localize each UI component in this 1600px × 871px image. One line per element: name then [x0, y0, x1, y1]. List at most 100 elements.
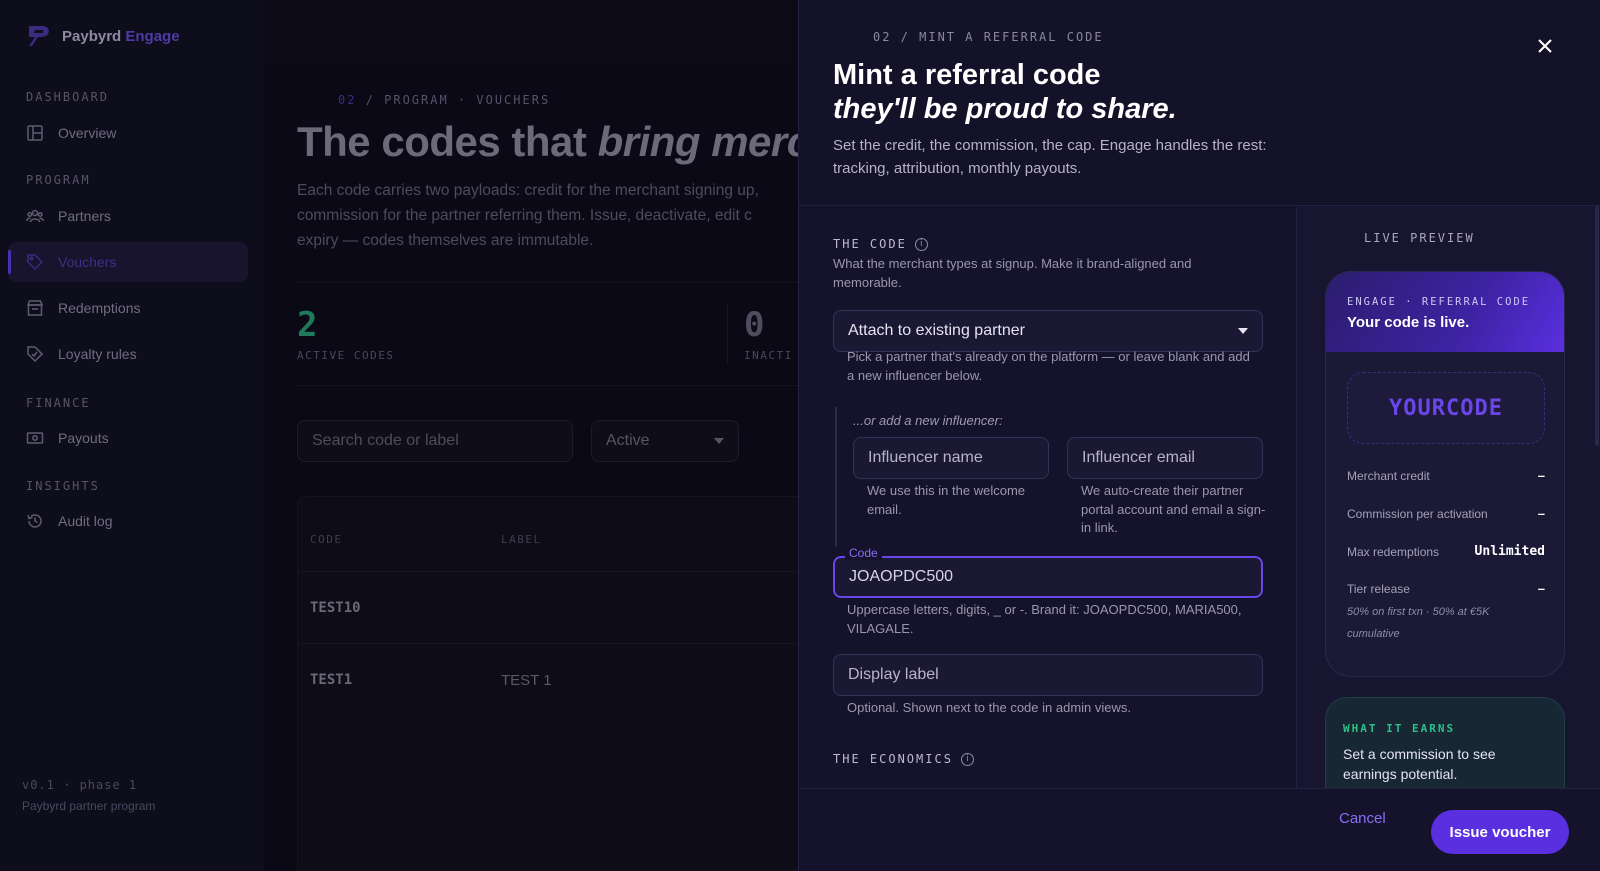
- banknote-icon: [26, 432, 44, 444]
- users-icon: [26, 209, 44, 223]
- influencer-email-help: We auto-create their partner portal acco…: [1081, 483, 1266, 535]
- sidebar-item-label: Partners: [58, 208, 111, 224]
- nav-section-program: PROGRAM: [26, 173, 91, 187]
- tag-icon: [27, 254, 44, 271]
- stat-label: INACTI: [744, 349, 793, 362]
- program-caption: Paybyrd partner program: [22, 799, 156, 813]
- code-input-label: Code: [845, 546, 882, 560]
- sidebar-item-payouts[interactable]: Payouts: [8, 418, 248, 458]
- panel-eyebrow: 02 / MINT A REFERRAL CODE: [873, 30, 1104, 44]
- column-header-label: LABEL: [501, 533, 542, 546]
- section-heading-economics: THE ECONOMICS i: [833, 752, 974, 766]
- influencer-name-placeholder: Influencer name: [868, 449, 983, 466]
- section-heading-code: THE CODE i: [833, 237, 928, 251]
- earnings-heading: WHAT IT EARNS: [1343, 722, 1456, 735]
- nav-section-dashboard: DASHBOARD: [26, 90, 110, 104]
- preview-row-value: –: [1537, 506, 1545, 521]
- sidebar-item-audit-log[interactable]: Audit log: [8, 501, 248, 541]
- column-header-code: CODE: [310, 533, 343, 546]
- search-placeholder: Search code or label: [312, 432, 459, 449]
- preview-kicker: ENGAGE · REFERRAL CODE: [1347, 296, 1531, 308]
- info-icon[interactable]: i: [914, 237, 928, 251]
- vouchers-table: CODE LABEL TEST10 TEST1 TEST 1: [297, 496, 804, 871]
- code-input-help: Uppercase letters, digits, _ or -. Brand…: [847, 602, 1242, 636]
- description-line: expiry — codes themselves are immutable.: [297, 232, 594, 249]
- layout-icon: [27, 125, 43, 141]
- description-line: commission for the partner referring the…: [297, 207, 752, 224]
- stat-value: 2: [297, 305, 318, 345]
- breadcrumb-path: / PROGRAM · VOUCHERS: [365, 93, 551, 107]
- influencer-email-placeholder: Influencer email: [1082, 449, 1195, 466]
- app-root: Paybyrd Engage DASHBOARD Overview PROGRA…: [0, 0, 1600, 871]
- mint-referral-panel: 02 / MINT A REFERRAL CODE Mint a referra…: [798, 0, 1600, 871]
- preview-row-value: Unlimited: [1474, 544, 1545, 559]
- sidebar: Paybyrd Engage DASHBOARD Overview PROGRA…: [0, 0, 264, 871]
- voucher-form: THE CODE i What the merchant types at si…: [799, 207, 1295, 788]
- code-section-help: What the merchant types at signup. Make …: [833, 256, 1192, 290]
- nav-section-insights: INSIGHTS: [26, 479, 100, 493]
- preview-row-label: Tier release: [1347, 581, 1410, 596]
- sidebar-item-partners[interactable]: Partners: [8, 196, 248, 236]
- table-row[interactable]: TEST10: [298, 571, 804, 643]
- nav-section-finance: FINANCE: [26, 396, 91, 410]
- cell-code: TEST1: [310, 672, 353, 688]
- preview-row-merchant-credit: Merchant credit –: [1347, 468, 1545, 483]
- sidebar-item-vouchers[interactable]: Vouchers: [8, 242, 248, 282]
- panel-subtitle: Set the credit, the commission, the cap.…: [833, 137, 1267, 177]
- table-row[interactable]: TEST1 TEST 1: [298, 643, 804, 715]
- sidebar-item-label: Payouts: [58, 430, 109, 446]
- panel-header: 02 / MINT A REFERRAL CODE Mint a referra…: [799, 0, 1600, 206]
- issue-voucher-button[interactable]: Issue voucher: [1431, 810, 1569, 854]
- version-label: v0.1 · phase 1: [22, 778, 138, 792]
- breadcrumb: 02 / PROGRAM · VOUCHERS: [338, 93, 550, 107]
- section-heading-text: THE ECONOMICS: [833, 752, 953, 766]
- sidebar-footer: v0.1 · phase 1 Paybyrd partner program: [22, 775, 155, 817]
- stats-row: 2 ACTIVE CODES 0 INACTI: [297, 282, 804, 386]
- sidebar-item-loyalty[interactable]: Loyalty rules: [8, 334, 248, 374]
- partner-select[interactable]: Attach to existing partner: [833, 310, 1263, 352]
- chevron-down-icon: [1238, 328, 1248, 334]
- search-input[interactable]: Search code or label: [297, 420, 573, 462]
- stat-value: 0: [744, 305, 765, 345]
- stat-divider: [727, 303, 728, 363]
- panel-title-emphasis: they'll be proud to share.: [833, 93, 1177, 125]
- section-heading-text: THE CODE: [833, 237, 907, 251]
- page-description: Each code carries two payloads: credit f…: [297, 178, 797, 253]
- sidebar-item-redemptions[interactable]: Redemptions: [8, 288, 248, 328]
- brand-name-primary: Paybyrd: [62, 27, 122, 45]
- preview-row-value: –: [1537, 581, 1545, 596]
- cancel-button[interactable]: Cancel: [1339, 810, 1386, 827]
- sidebar-item-overview[interactable]: Overview: [8, 113, 248, 153]
- info-icon[interactable]: i: [960, 752, 974, 766]
- panel-title: Mint a referral code they'll be proud to…: [833, 58, 1177, 126]
- close-icon[interactable]: [1533, 34, 1557, 58]
- status-filter-select[interactable]: Active: [591, 420, 739, 462]
- description-line: Each code carries two payloads: credit f…: [297, 182, 759, 199]
- code-input-value: JOAOPDC500: [849, 568, 954, 585]
- code-input[interactable]: JOAOPDC500: [833, 556, 1263, 598]
- paybyrd-logo-icon: [29, 26, 49, 46]
- brand[interactable]: Paybyrd Engage: [26, 24, 180, 48]
- brand-name: Paybyrd Engage: [62, 28, 180, 45]
- influencer-name-help: We use this in the welcome email.: [867, 483, 1025, 517]
- breadcrumb-number: 02: [338, 93, 357, 107]
- partner-select-help: Pick a partner that's already on the pla…: [847, 349, 1250, 383]
- stat-label: ACTIVE CODES: [297, 349, 395, 362]
- panel-title-main: Mint a referral code: [833, 59, 1101, 91]
- page-title-plain: The codes that: [297, 118, 598, 165]
- tier-release-note: 50% on first txn · 50% at €5K cumulative: [1347, 606, 1490, 640]
- display-label-input[interactable]: Display label: [833, 654, 1263, 696]
- influencer-name-input[interactable]: Influencer name: [853, 437, 1049, 479]
- sidebar-item-label: Loyalty rules: [58, 346, 137, 362]
- influencer-group-label: ...or add a new influencer:: [853, 413, 1003, 428]
- preview-card-header: ENGAGE · REFERRAL CODE Your code is live…: [1326, 272, 1564, 352]
- preview-code: YOURCODE: [1347, 372, 1545, 444]
- cell-code: TEST10: [310, 600, 361, 616]
- brand-name-accent: Engage: [125, 27, 180, 45]
- preview-row-max-redemptions: Max redemptions Unlimited: [1347, 544, 1545, 559]
- page-title: The codes that bring merc: [297, 118, 799, 166]
- preview-row-commission: Commission per activation –: [1347, 506, 1545, 521]
- influencer-email-input[interactable]: Influencer email: [1067, 437, 1263, 479]
- preview-scrollbar[interactable]: [1595, 206, 1599, 446]
- sidebar-item-label: Vouchers: [58, 254, 117, 270]
